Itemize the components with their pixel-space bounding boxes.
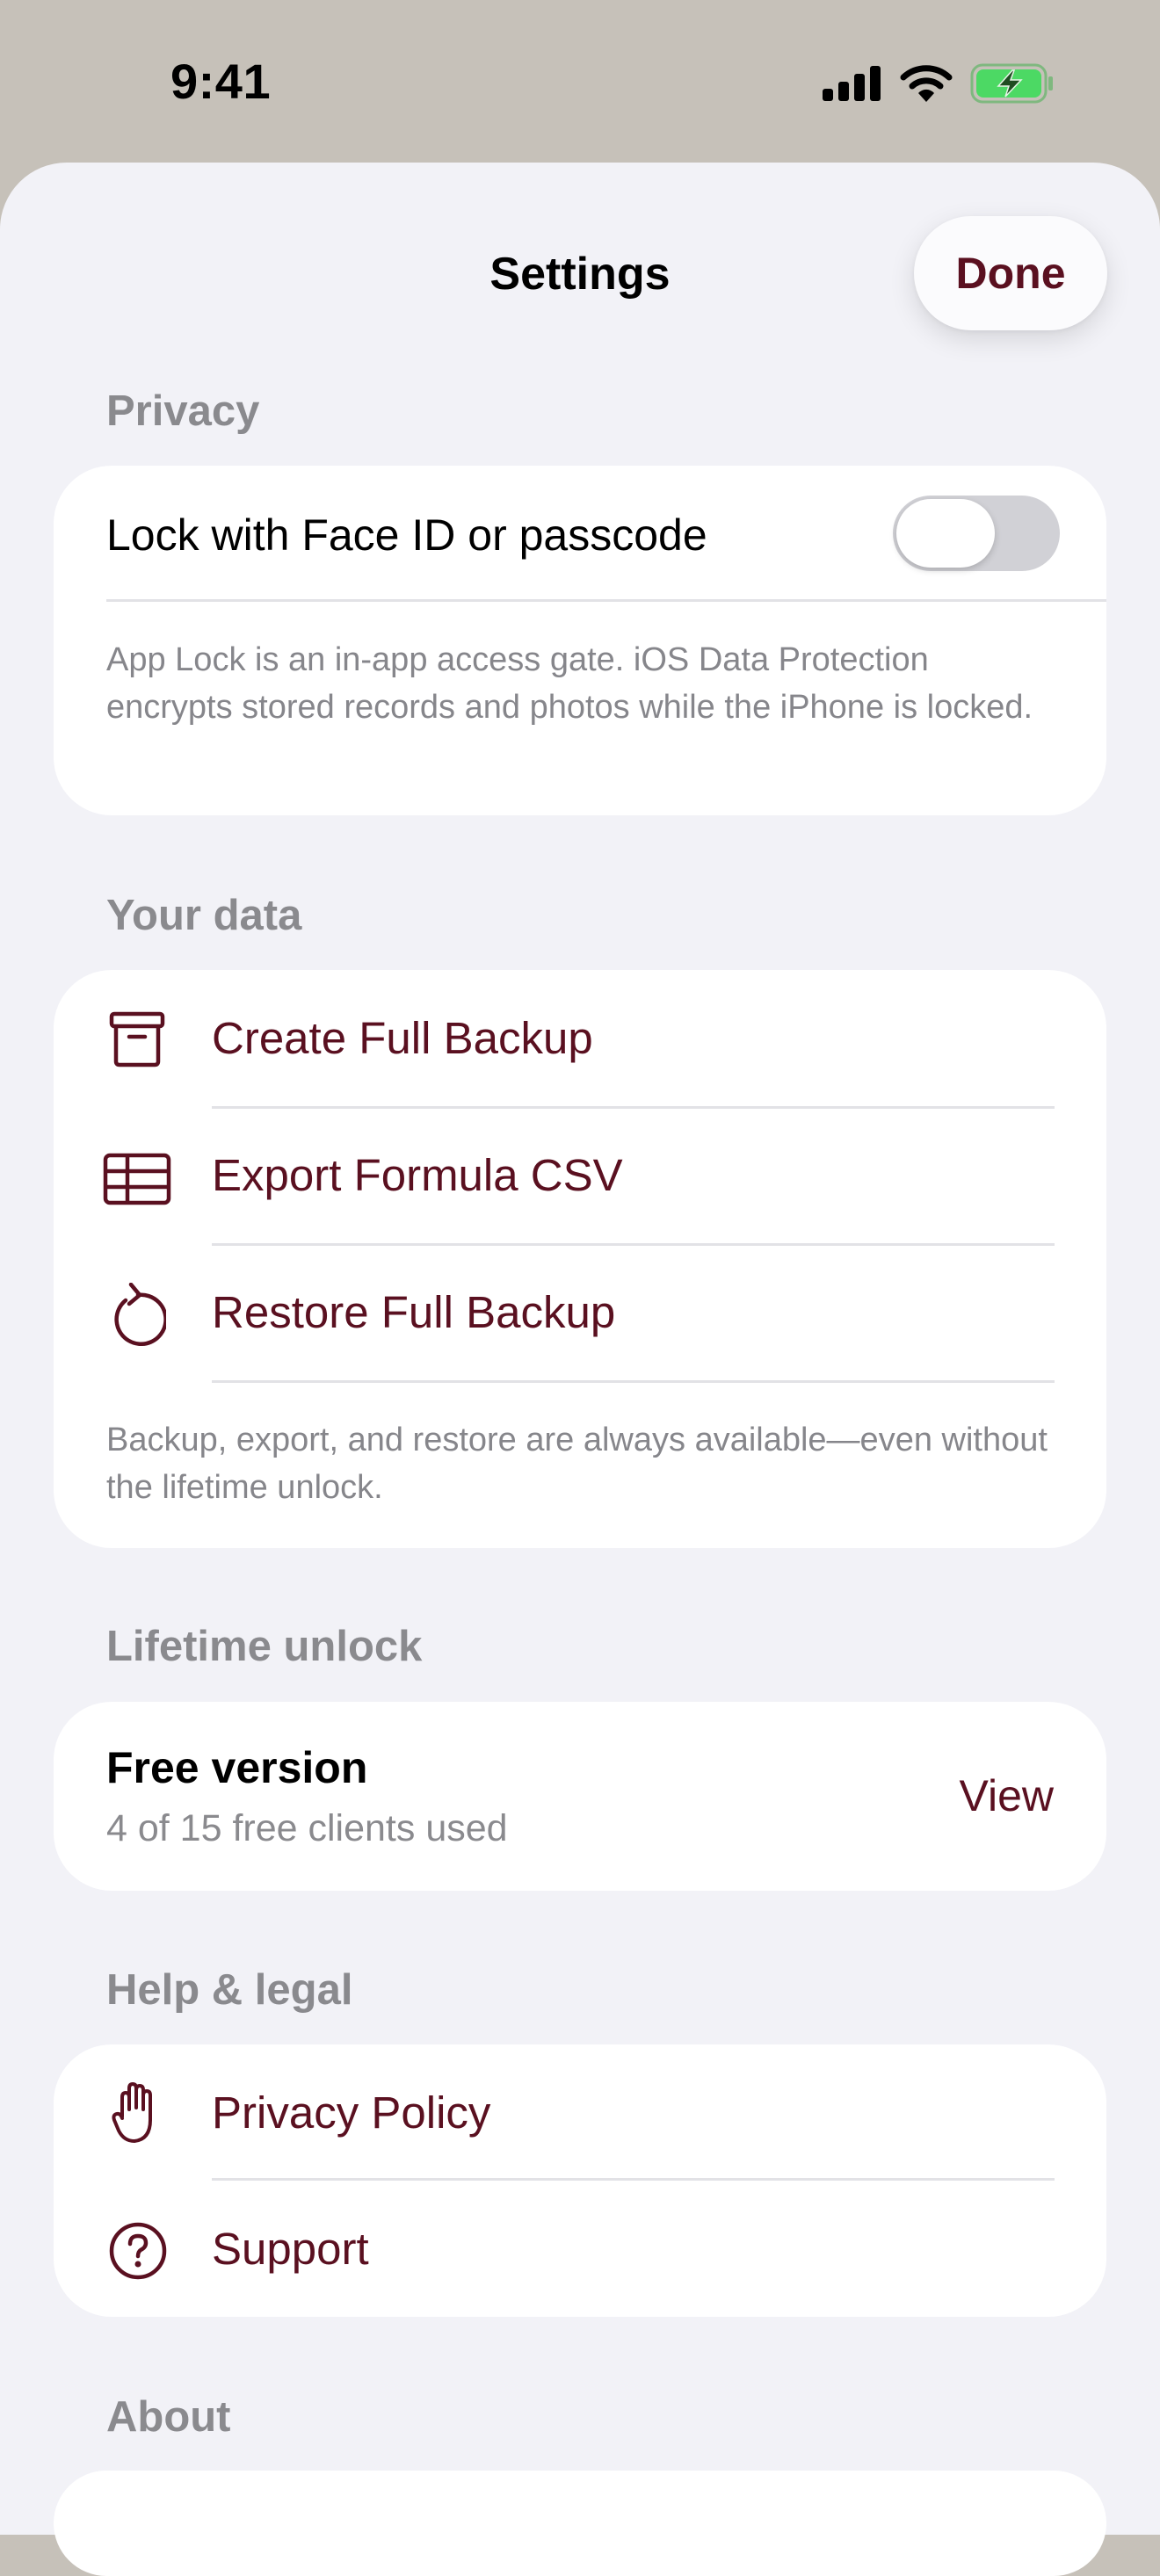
support-row[interactable]: Support — [54, 2181, 1106, 2316]
table-icon — [103, 1153, 171, 1205]
export-csv-label: Export Formula CSV — [212, 1150, 623, 1200]
cellular-signal-icon — [823, 66, 881, 101]
privacy-footer: App Lock is an in-app access gate. iOS D… — [106, 641, 1033, 726]
section-header-privacy: Privacy — [106, 387, 260, 435]
export-csv-row[interactable]: Export Formula CSV — [54, 1109, 1106, 1244]
status-time: 9:41 — [170, 54, 272, 109]
plan-usage: 4 of 15 free clients used — [106, 1807, 508, 1849]
status-bar: 9:41 — [0, 0, 1160, 163]
your-data-footer: Backup, export, and restore are always a… — [106, 1422, 1048, 1506]
section-header-your-data: Your data — [106, 892, 302, 939]
section-header-help: Help & legal — [106, 1966, 353, 2014]
restore-arrow-icon — [114, 1283, 166, 1346]
view-plan-button[interactable]: View — [960, 1770, 1054, 1821]
battery-charging-icon — [970, 63, 1053, 104]
your-data-card: Create Full Backup Export Formula CSV Re… — [54, 970, 1106, 1548]
restore-backup-label: Restore Full Backup — [212, 1287, 616, 1337]
help-card: Privacy Policy Support — [54, 2044, 1106, 2317]
create-backup-row[interactable]: Create Full Backup — [54, 970, 1106, 1107]
privacy-policy-label: Privacy Policy — [212, 2088, 491, 2138]
question-circle-icon — [109, 2222, 167, 2280]
plan-title: Free version — [106, 1743, 368, 1792]
hand-raised-icon — [112, 2082, 152, 2143]
lock-toggle[interactable] — [893, 496, 1060, 571]
divider — [106, 599, 1106, 602]
lock-row[interactable]: Lock with Face ID or passcode — [54, 466, 1106, 599]
lifetime-card: Free version 4 of 15 free clients used V… — [54, 1702, 1106, 1891]
section-header-lifetime: Lifetime unlock — [106, 1623, 423, 1670]
divider — [212, 1380, 1055, 1383]
done-button[interactable]: Done — [914, 216, 1107, 330]
create-backup-label: Create Full Backup — [212, 1013, 593, 1063]
support-label: Support — [212, 2224, 369, 2274]
wifi-icon — [900, 65, 953, 102]
privacy-policy-row[interactable]: Privacy Policy — [54, 2044, 1106, 2180]
privacy-card: Lock with Face ID or passcode App Lock i… — [54, 466, 1106, 815]
status-icons — [823, 63, 1055, 104]
toggle-knob — [896, 499, 995, 568]
about-card — [54, 2471, 1106, 2576]
archive-box-icon — [109, 1011, 165, 1067]
section-header-about: About — [106, 2393, 231, 2441]
restore-backup-row[interactable]: Restore Full Backup — [54, 1246, 1106, 1381]
lock-label: Lock with Face ID or passcode — [106, 510, 707, 560]
